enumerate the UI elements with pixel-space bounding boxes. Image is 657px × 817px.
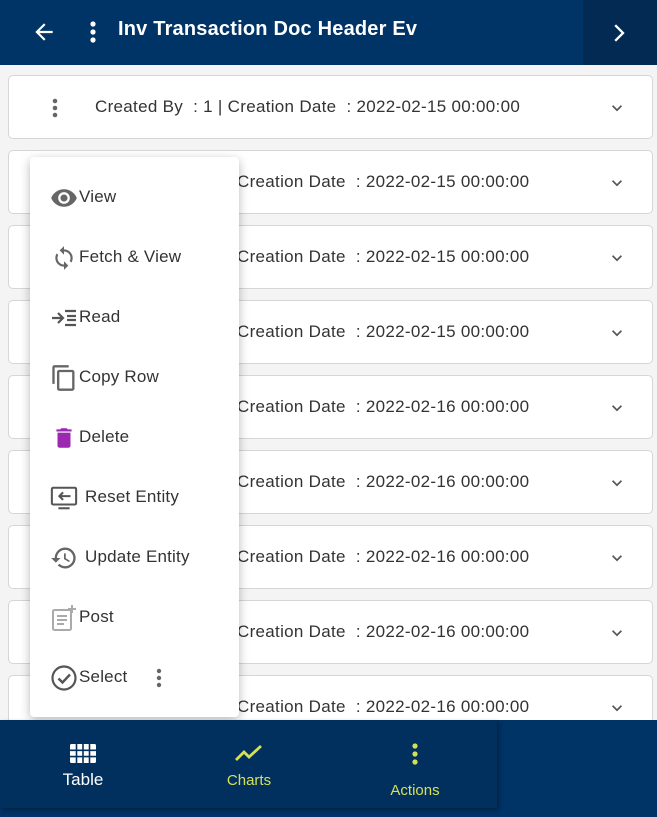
- record-summary: Creation Date : 2022-02-16 00:00:00: [237, 547, 530, 566]
- menu-item-view[interactable]: View: [30, 168, 239, 228]
- nav-actions[interactable]: Actions: [332, 720, 498, 808]
- menu-item-label: Select: [79, 667, 128, 686]
- arrow-left-icon: [35, 23, 53, 41]
- chevron-down-icon[interactable]: [607, 398, 627, 418]
- menu-item-label: Copy Row: [79, 367, 160, 386]
- reset-icon: [50, 486, 78, 510]
- copy-icon: [52, 365, 75, 391]
- menu-item-copy-row[interactable]: Copy Row: [30, 348, 239, 408]
- chevron-down-icon[interactable]: [607, 548, 627, 568]
- menu-item-reset-entity[interactable]: Reset Entity: [30, 468, 239, 528]
- bottom-nav: Table Charts Actions: [0, 720, 497, 808]
- menu-item-label: View: [79, 187, 117, 206]
- row-context-menu: View Fetch & View Read Copy Row Delete R…: [30, 157, 239, 717]
- chevron-down-icon[interactable]: [607, 173, 627, 193]
- page-title: Inv Transaction Doc Header Ev: [118, 18, 418, 40]
- header-menu-button[interactable]: [82, 14, 104, 50]
- line-chart-icon: [235, 744, 262, 761]
- menu-item-label: Post: [79, 607, 114, 626]
- nav-charts[interactable]: Charts: [166, 720, 332, 808]
- record-summary: Creation Date : 2022-02-15 00:00:00: [237, 172, 530, 191]
- chevron-down-icon[interactable]: [607, 323, 627, 343]
- record-card[interactable]: Created By : 1 | Creation Date : 2022-02…: [8, 75, 653, 139]
- nav-table[interactable]: Table: [0, 720, 166, 808]
- menu-item-label: Read: [79, 307, 121, 326]
- next-button[interactable]: [583, 0, 657, 65]
- menu-item-label: Delete: [79, 427, 130, 446]
- menu-item-label: Update Entity: [85, 547, 190, 566]
- refresh-icon: [55, 246, 73, 270]
- record-summary: Creation Date : 2022-02-16 00:00:00: [237, 622, 530, 641]
- record-summary: Creation Date : 2022-02-16 00:00:00: [237, 697, 530, 716]
- chevron-down-icon[interactable]: [607, 698, 627, 718]
- record-summary: Creation Date : 2022-02-16 00:00:00: [237, 472, 530, 491]
- menu-item-update-entity[interactable]: Update Entity: [30, 528, 239, 588]
- read-icon: [52, 309, 76, 327]
- trash-icon: [56, 428, 72, 448]
- chevron-down-icon[interactable]: [607, 473, 627, 493]
- kebab-icon: [412, 743, 418, 765]
- record-summary: Created By : 1 | Creation Date : 2022-02…: [95, 97, 521, 116]
- select-options-button[interactable]: [152, 664, 166, 692]
- menu-item-label: Reset Entity: [85, 487, 180, 506]
- post-icon: [52, 605, 76, 631]
- menu-item-select[interactable]: Select: [30, 648, 239, 708]
- record-summary: Creation Date : 2022-02-15 00:00:00: [237, 247, 530, 266]
- menu-item-read[interactable]: Read: [30, 288, 239, 348]
- bottom-bar: Table Charts Actions: [0, 720, 657, 817]
- history-icon: [51, 547, 76, 569]
- kebab-icon: [90, 21, 96, 43]
- chevron-down-icon[interactable]: [607, 98, 627, 118]
- menu-item-label: Fetch & View: [79, 247, 182, 266]
- nav-label: Charts: [226, 772, 272, 789]
- row-menu-button[interactable]: [45, 94, 65, 122]
- nav-label: Actions: [390, 782, 440, 799]
- chevron-down-icon[interactable]: [607, 248, 627, 268]
- grid-icon: [70, 744, 96, 763]
- app-header: Inv Transaction Doc Header Ev: [0, 0, 657, 65]
- back-button[interactable]: [26, 14, 62, 50]
- chevron-right-icon: [614, 23, 625, 42]
- nav-label: Table: [62, 770, 104, 789]
- record-summary: Creation Date : 2022-02-16 00:00:00: [237, 397, 530, 416]
- menu-item-post[interactable]: Post: [30, 588, 239, 648]
- kebab-icon: [156, 668, 162, 688]
- eye-icon: [51, 189, 77, 207]
- menu-item-fetch-view[interactable]: Fetch & View: [30, 228, 239, 288]
- check-circle-icon: [51, 665, 77, 691]
- record-summary: Creation Date : 2022-02-15 00:00:00: [237, 322, 530, 341]
- kebab-icon: [52, 98, 58, 118]
- menu-item-delete[interactable]: Delete: [30, 408, 239, 468]
- chevron-down-icon[interactable]: [607, 623, 627, 643]
